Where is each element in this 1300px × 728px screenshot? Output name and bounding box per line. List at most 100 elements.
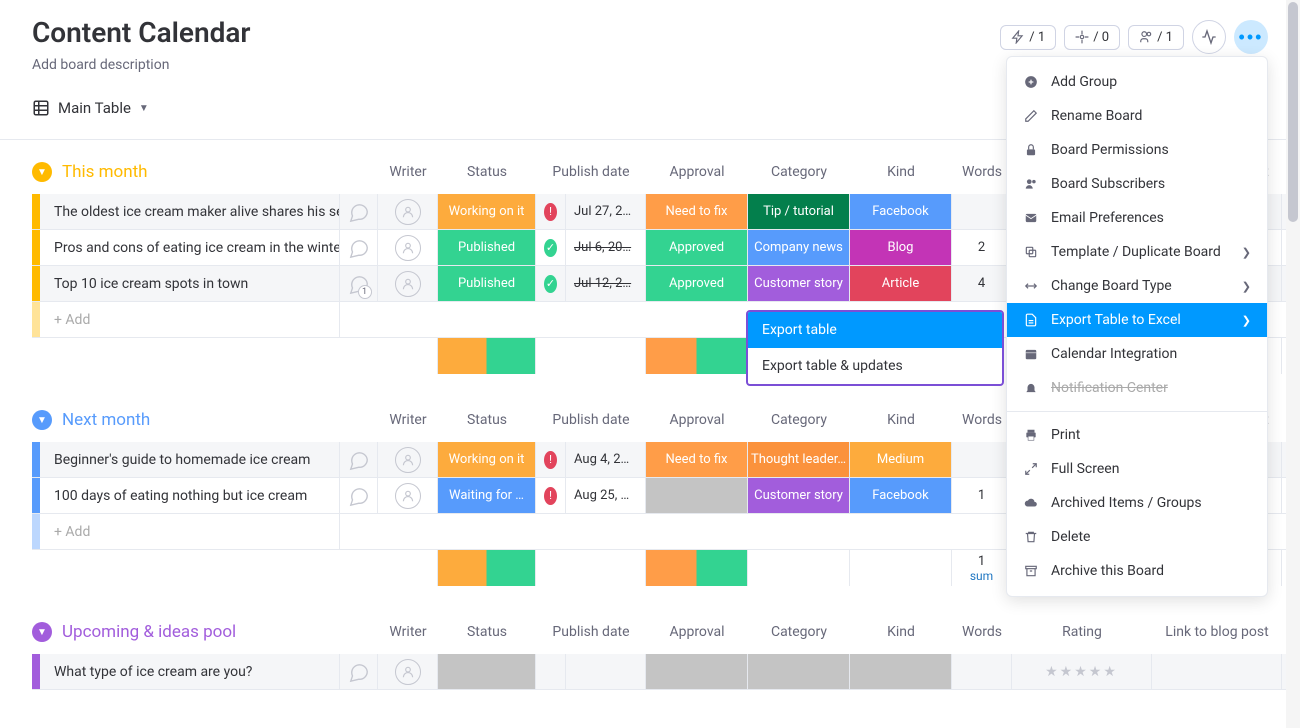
approval-cell[interactable] (646, 478, 748, 513)
category-cell[interactable]: Thought leader… (748, 442, 850, 477)
menu-item-board-permissions[interactable]: Board Permissions (1007, 133, 1267, 167)
conversation-button[interactable] (340, 654, 378, 689)
scrollbar-track[interactable] (1286, 0, 1300, 728)
item-name[interactable]: Pros and cons of eating ice cream in the… (40, 230, 340, 265)
submenu-item-export-table[interactable]: Export table (748, 312, 1002, 348)
column-header[interactable]: Writer (378, 402, 438, 438)
column-header[interactable]: Kind (850, 154, 952, 190)
group-collapse-toggle[interactable]: ▼ (32, 162, 52, 182)
group-title[interactable]: This month (62, 162, 148, 182)
category-cell[interactable]: Company news (748, 230, 850, 265)
approval-cell[interactable]: Approved (646, 230, 748, 265)
view-selector[interactable]: Main Table ▼ (32, 99, 149, 117)
add-item-button[interactable]: + Add (40, 302, 340, 337)
menu-item-export-table-to-excel[interactable]: Export Table to Excel❯ (1007, 303, 1267, 337)
column-header[interactable]: Status (438, 614, 536, 650)
menu-item-print[interactable]: Print (1007, 418, 1267, 452)
status-cell[interactable]: Working on it (438, 194, 536, 229)
column-header[interactable]: Publish date (536, 402, 646, 438)
words-cell[interactable]: 1 (952, 478, 1012, 513)
item-name[interactable]: 100 days of eating nothing but ice cream (40, 478, 340, 513)
column-header[interactable]: Rating (1012, 614, 1152, 650)
column-header[interactable]: Publish date (536, 154, 646, 190)
publish-date-cell[interactable]: Aug 4, 2… (566, 442, 646, 477)
conversation-button[interactable]: 1 (340, 266, 378, 301)
column-header[interactable]: Writer (378, 154, 438, 190)
column-header[interactable]: Category (748, 402, 850, 438)
menu-item-archive-this-board[interactable]: Archive this Board (1007, 554, 1267, 588)
conversation-button[interactable] (340, 194, 378, 229)
category-cell[interactable]: Customer story (748, 478, 850, 513)
status-cell[interactable]: Published (438, 230, 536, 265)
menu-item-rename-board[interactable]: Rename Board (1007, 99, 1267, 133)
table-row[interactable]: What type of ice cream are you? ★★★★★ (32, 654, 1300, 690)
link-cell[interactable] (1152, 654, 1282, 689)
menu-item-board-subscribers[interactable]: Board Subscribers (1007, 167, 1267, 201)
category-cell[interactable]: Tip / tutorial (748, 194, 850, 229)
status-cell[interactable] (438, 654, 536, 689)
column-header[interactable]: Approval (646, 402, 748, 438)
writer-cell[interactable] (378, 478, 438, 513)
writer-cell[interactable] (378, 654, 438, 689)
column-header[interactable]: Link to blog post (1152, 614, 1282, 650)
item-name[interactable]: Top 10 ice cream spots in town (40, 266, 340, 301)
kind-cell[interactable]: Medium (850, 442, 952, 477)
publish-date-cell[interactable]: Jul 6, 20… (566, 230, 646, 265)
words-cell[interactable]: 2 (952, 230, 1012, 265)
activity-button[interactable] (1192, 20, 1226, 54)
conversation-button[interactable] (340, 230, 378, 265)
category-cell[interactable] (748, 654, 850, 689)
status-cell[interactable]: Working on it (438, 442, 536, 477)
automations-pill[interactable]: / 1 (1000, 25, 1056, 50)
rating-cell[interactable]: ★★★★★ (1012, 654, 1152, 689)
column-header[interactable]: Publish date (536, 614, 646, 650)
kind-cell[interactable] (850, 654, 952, 689)
kind-cell[interactable]: Blog (850, 230, 952, 265)
column-header[interactable]: Words (952, 614, 1012, 650)
publish-date-cell[interactable]: Aug 25, … (566, 478, 646, 513)
kind-cell[interactable]: Facebook (850, 478, 952, 513)
writer-cell[interactable] (378, 194, 438, 229)
words-cell[interactable] (952, 194, 1012, 229)
members-pill[interactable]: / 1 (1128, 25, 1184, 50)
publish-date-cell[interactable]: Jul 12, 2… (566, 266, 646, 301)
kind-cell[interactable]: Article (850, 266, 952, 301)
menu-item-calendar-integration[interactable]: Calendar Integration (1007, 337, 1267, 371)
writer-cell[interactable] (378, 442, 438, 477)
board-more-button[interactable]: ••• (1234, 20, 1268, 54)
item-name[interactable]: The oldest ice cream maker alive shares … (40, 194, 340, 229)
writer-cell[interactable] (378, 266, 438, 301)
status-cell[interactable]: Published (438, 266, 536, 301)
column-header[interactable]: Approval (646, 154, 748, 190)
publish-date-cell[interactable]: Jul 27, 2… (566, 194, 646, 229)
scrollbar-thumb[interactable] (1288, 2, 1298, 222)
menu-item-archived-items-groups[interactable]: Archived Items / Groups (1007, 486, 1267, 520)
approval-cell[interactable]: Need to fix (646, 194, 748, 229)
menu-item-add-group[interactable]: Add Group (1007, 65, 1267, 99)
publish-date-cell[interactable] (566, 654, 646, 689)
approval-cell[interactable] (646, 654, 748, 689)
group-collapse-toggle[interactable]: ▼ (32, 410, 52, 430)
menu-item-template-duplicate-board[interactable]: Template / Duplicate Board❯ (1007, 235, 1267, 269)
menu-item-email-preferences[interactable]: Email Preferences (1007, 201, 1267, 235)
column-header[interactable]: Kind (850, 614, 952, 650)
submenu-item-export-table-updates[interactable]: Export table & updates (748, 348, 1002, 384)
kind-cell[interactable]: Facebook (850, 194, 952, 229)
conversation-button[interactable] (340, 478, 378, 513)
words-cell[interactable]: 4 (952, 266, 1012, 301)
column-header[interactable]: Category (748, 154, 850, 190)
words-cell[interactable] (952, 442, 1012, 477)
approval-cell[interactable]: Need to fix (646, 442, 748, 477)
category-cell[interactable]: Customer story (748, 266, 850, 301)
column-header[interactable]: Status (438, 402, 536, 438)
column-header[interactable]: Approval (646, 614, 748, 650)
item-name[interactable]: Beginner's guide to homemade ice cream (40, 442, 340, 477)
column-header[interactable]: Kind (850, 402, 952, 438)
menu-item-change-board-type[interactable]: Change Board Type❯ (1007, 269, 1267, 303)
column-header[interactable]: Words (952, 402, 1012, 438)
item-name[interactable]: What type of ice cream are you? (40, 654, 340, 689)
words-cell[interactable] (952, 654, 1012, 689)
column-header[interactable]: Words (952, 154, 1012, 190)
approval-cell[interactable]: Approved (646, 266, 748, 301)
group-title[interactable]: Next month (62, 410, 150, 430)
